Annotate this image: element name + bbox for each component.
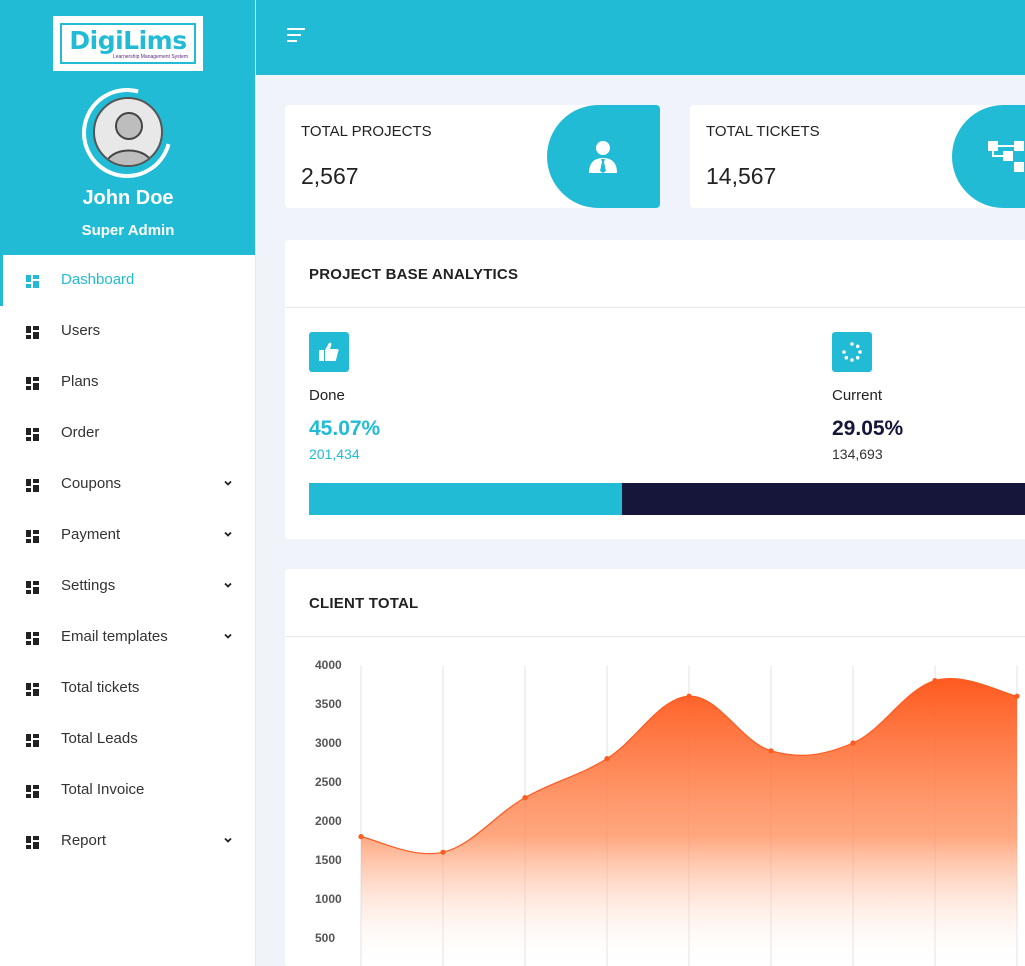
area-fill [361, 678, 1017, 966]
logo-text: DigiLims [69, 26, 187, 55]
sidebar-item-label: Users [61, 322, 101, 339]
stat-title: TOTAL PROJECTS [301, 123, 432, 140]
stat-value: 2,567 [301, 163, 359, 189]
sidebar-item-label: Total Invoice [61, 781, 145, 798]
sidebar-item-label: Total Leads [61, 730, 138, 747]
sidebar-item-email-templates[interactable]: Email templates [0, 612, 255, 663]
data-point[interactable] [850, 740, 856, 746]
done-count: 201,434 [309, 446, 360, 462]
dashboard-icon [26, 683, 39, 696]
sidebar: DigiLims Learnership Management System J… [0, 0, 256, 966]
dashboard-icon [26, 785, 39, 798]
menu-toggle-icon[interactable] [285, 27, 307, 45]
y-tick-label: 3000 [315, 736, 342, 750]
stat-icon-badge [952, 105, 1025, 208]
sidebar-item-settings[interactable]: Settings [0, 561, 255, 612]
sidebar-item-label: Coupons [61, 475, 122, 492]
current-count: 134,693 [832, 446, 883, 462]
sidebar-item-dashboard[interactable]: Dashboard [0, 255, 255, 306]
stat-value: 14,567 [706, 163, 777, 189]
data-point[interactable] [1014, 693, 1020, 699]
data-point[interactable] [604, 756, 610, 762]
y-tick-label: 500 [315, 931, 335, 945]
sidebar-item-label: Plans [61, 373, 99, 390]
progress-bar [309, 483, 1025, 515]
sidebar-item-label: Email templates [61, 628, 168, 645]
sidebar-header: DigiLims Learnership Management System J… [0, 0, 255, 255]
sitemap-icon [988, 141, 1024, 172]
dashboard-icon [26, 428, 39, 441]
current-icon-badge [832, 332, 872, 372]
sidebar-item-total-invoice[interactable]: Total Invoice [0, 765, 255, 816]
y-tick-label: 1500 [315, 853, 342, 867]
sidebar-item-payment[interactable]: Payment [0, 510, 255, 561]
sidebar-item-users[interactable]: Users [0, 306, 255, 357]
sidebar-item-report[interactable]: Report [0, 816, 255, 867]
y-tick-label: 4000 [315, 658, 342, 672]
done-label: Done [309, 387, 345, 404]
stat-card-tickets[interactable]: TOTAL TICKETS 14,567 [690, 105, 1025, 208]
sidebar-item-label: Report [61, 832, 107, 849]
sidebar-item-label: Order [61, 424, 100, 441]
dashboard-icon [26, 581, 39, 594]
data-point[interactable] [686, 693, 692, 699]
divider [285, 307, 1025, 308]
logo-subtitle: Learnership Management System [112, 54, 188, 60]
dashboard-icon [26, 479, 39, 492]
data-point[interactable] [358, 834, 364, 840]
sidebar-menu: Dashboard Users Plans Order Coupons Paym… [0, 255, 255, 867]
sidebar-item-label: Dashboard [61, 271, 135, 288]
client-total-panel: CLIENT TOTAL 4000 3500 3000 2500 2000 1500 100… [285, 569, 1025, 966]
user-role: Super Admin [81, 222, 175, 239]
chevron-down-icon[interactable] [222, 477, 234, 489]
logo[interactable]: DigiLims Learnership Management System [53, 16, 203, 71]
current-percent: 29.05% [832, 417, 904, 440]
sidebar-item-total-tickets[interactable]: Total tickets [0, 663, 255, 714]
sidebar-item-coupons[interactable]: Coupons [0, 459, 255, 510]
dashboard-icon [26, 326, 39, 339]
dashboard-icon [26, 632, 39, 645]
sidebar-item-total-leads[interactable]: Total Leads [0, 714, 255, 765]
done-percent: 45.07% [309, 417, 381, 440]
chevron-down-icon[interactable] [222, 579, 234, 591]
stat-card-projects[interactable]: TOTAL PROJECTS 2,567 [285, 105, 660, 208]
y-tick-label: 1000 [315, 892, 342, 906]
chevron-down-icon[interactable] [222, 834, 234, 846]
panel-title: PROJECT BASE ANALYTICS [309, 266, 519, 283]
sidebar-item-order[interactable]: Order [0, 408, 255, 459]
chevron-down-icon[interactable] [222, 630, 234, 642]
data-point[interactable] [440, 849, 446, 855]
dashboard-icon [26, 734, 39, 747]
dashboard-icon [26, 836, 39, 849]
stat-title: TOTAL TICKETS [706, 123, 820, 140]
data-point[interactable] [768, 748, 774, 754]
y-tick-label: 2500 [315, 775, 342, 789]
analytics-panel: PROJECT BASE ANALYTICS Done 45.07% 201,4… [285, 240, 1025, 539]
progress-done-fill [309, 483, 623, 515]
sidebar-item-label: Payment [61, 526, 121, 543]
sidebar-item-plans[interactable]: Plans [0, 357, 255, 408]
sidebar-item-label: Total tickets [61, 679, 140, 696]
stat-icon-badge [547, 105, 660, 208]
client-total-chart: 4000 3500 3000 2500 2000 1500 1000 500 [315, 658, 1020, 966]
data-point[interactable] [932, 678, 938, 684]
dashboard-icon [26, 275, 39, 288]
y-tick-label: 3500 [315, 697, 342, 711]
thumbs-up-icon [319, 342, 339, 361]
sidebar-item-label: Settings [61, 577, 116, 594]
avatar[interactable] [93, 97, 163, 167]
topbar [256, 0, 1025, 75]
current-label: Current [832, 387, 883, 404]
done-icon-badge [309, 332, 349, 372]
user-tie-icon [589, 141, 617, 173]
logo-frame: DigiLims Learnership Management System [60, 23, 196, 64]
data-point[interactable] [522, 795, 528, 801]
dashboard-icon [26, 377, 39, 390]
spinner-icon [842, 342, 862, 362]
user-name: John Doe [82, 187, 174, 209]
chevron-down-icon[interactable] [222, 528, 234, 540]
y-tick-label: 2000 [315, 814, 342, 828]
dashboard-icon [26, 530, 39, 543]
